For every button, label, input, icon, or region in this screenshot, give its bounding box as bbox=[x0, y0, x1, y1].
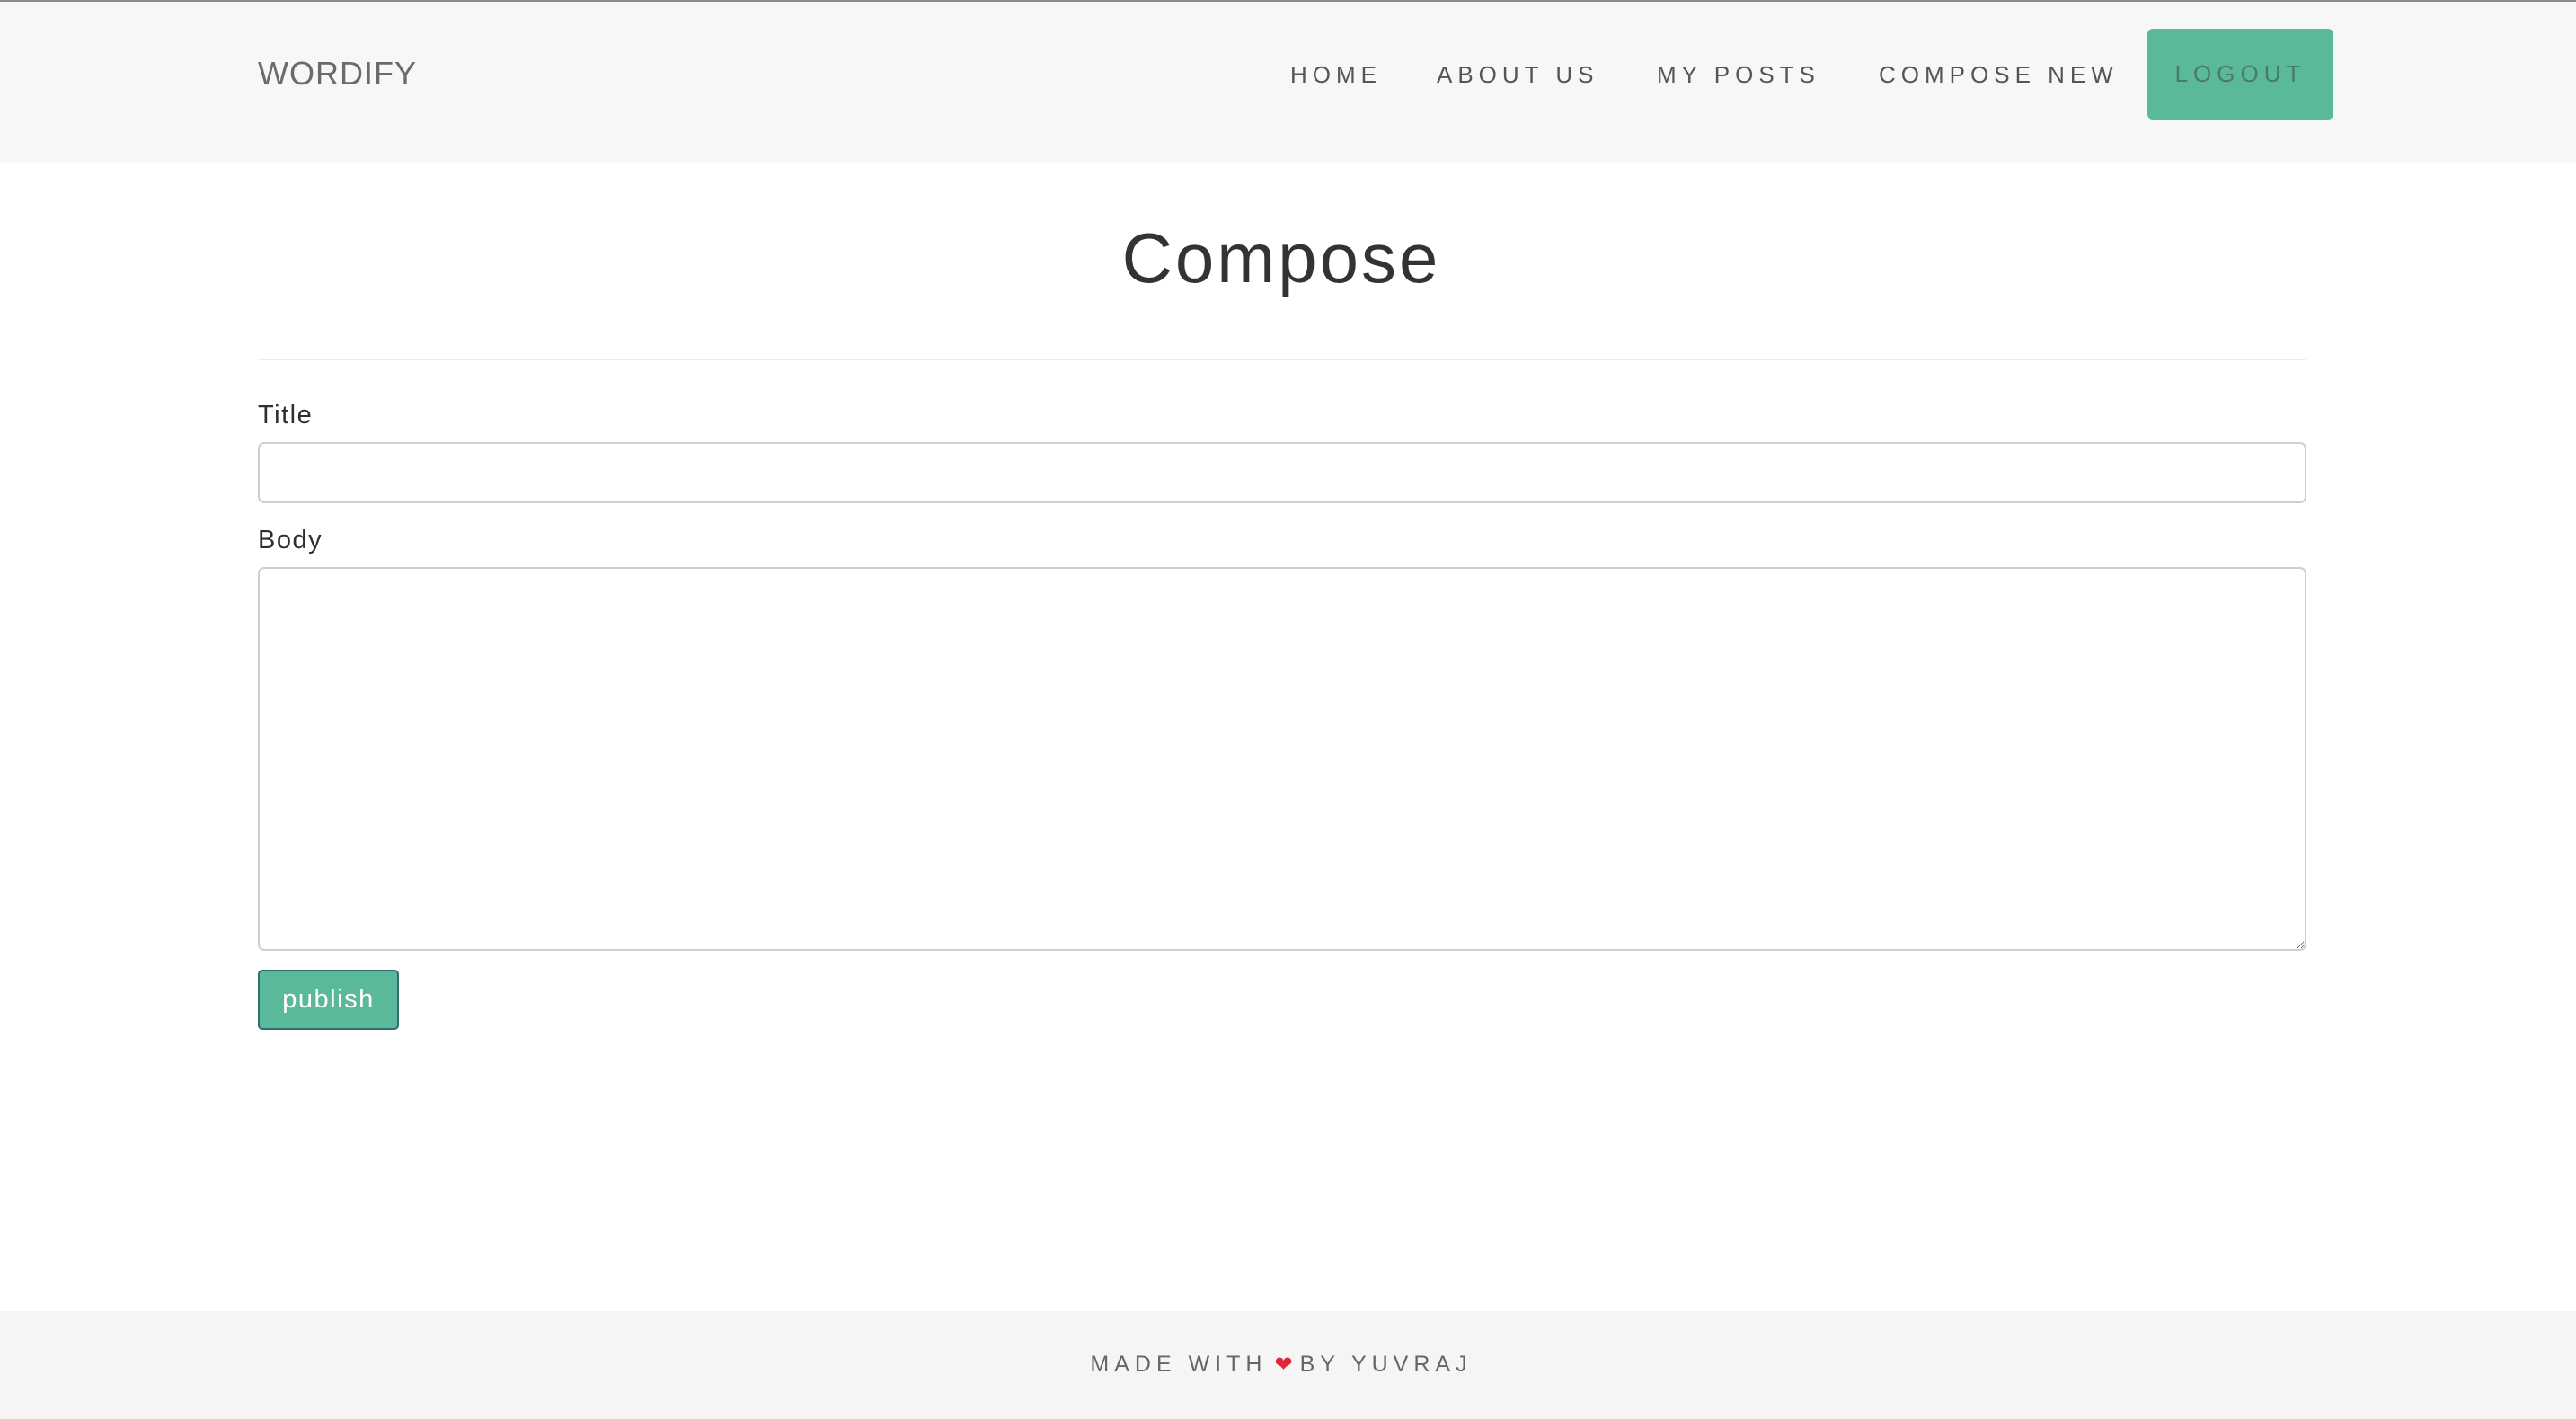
body-textarea[interactable] bbox=[258, 567, 2306, 951]
title-field-label: Title bbox=[258, 401, 314, 430]
heart-icon: ❤ bbox=[1274, 1352, 1293, 1377]
footer-text-after: BY YUVRAJ bbox=[1299, 1352, 1473, 1377]
nav-item-my-posts[interactable]: MY POSTS bbox=[1657, 61, 1820, 88]
footer-text-before: MADE WITH bbox=[1090, 1352, 1268, 1377]
publish-button[interactable]: publish bbox=[258, 970, 399, 1030]
nav-item-compose-new[interactable]: COMPOSE NEW bbox=[1879, 61, 2119, 88]
nav-item-about-us[interactable]: ABOUT US bbox=[1437, 61, 1598, 88]
footer: MADE WITH ❤ BY YUVRAJ bbox=[0, 1311, 2576, 1419]
nav-item-home[interactable]: HOME bbox=[1290, 61, 1382, 88]
brand-logo[interactable]: WORDIFY bbox=[258, 56, 417, 92]
navbar: WORDIFY HOME ABOUT US MY POSTS COMPOSE N… bbox=[0, 0, 2576, 163]
title-input[interactable] bbox=[258, 442, 2306, 503]
page-title: Compose bbox=[1121, 218, 1441, 297]
footer-credit: MADE WITH ❤ BY YUVRAJ bbox=[0, 1351, 2563, 1379]
body-field-label: Body bbox=[258, 526, 323, 554]
title-divider bbox=[258, 359, 2306, 360]
logout-button[interactable]: LOGOUT bbox=[2147, 29, 2333, 120]
